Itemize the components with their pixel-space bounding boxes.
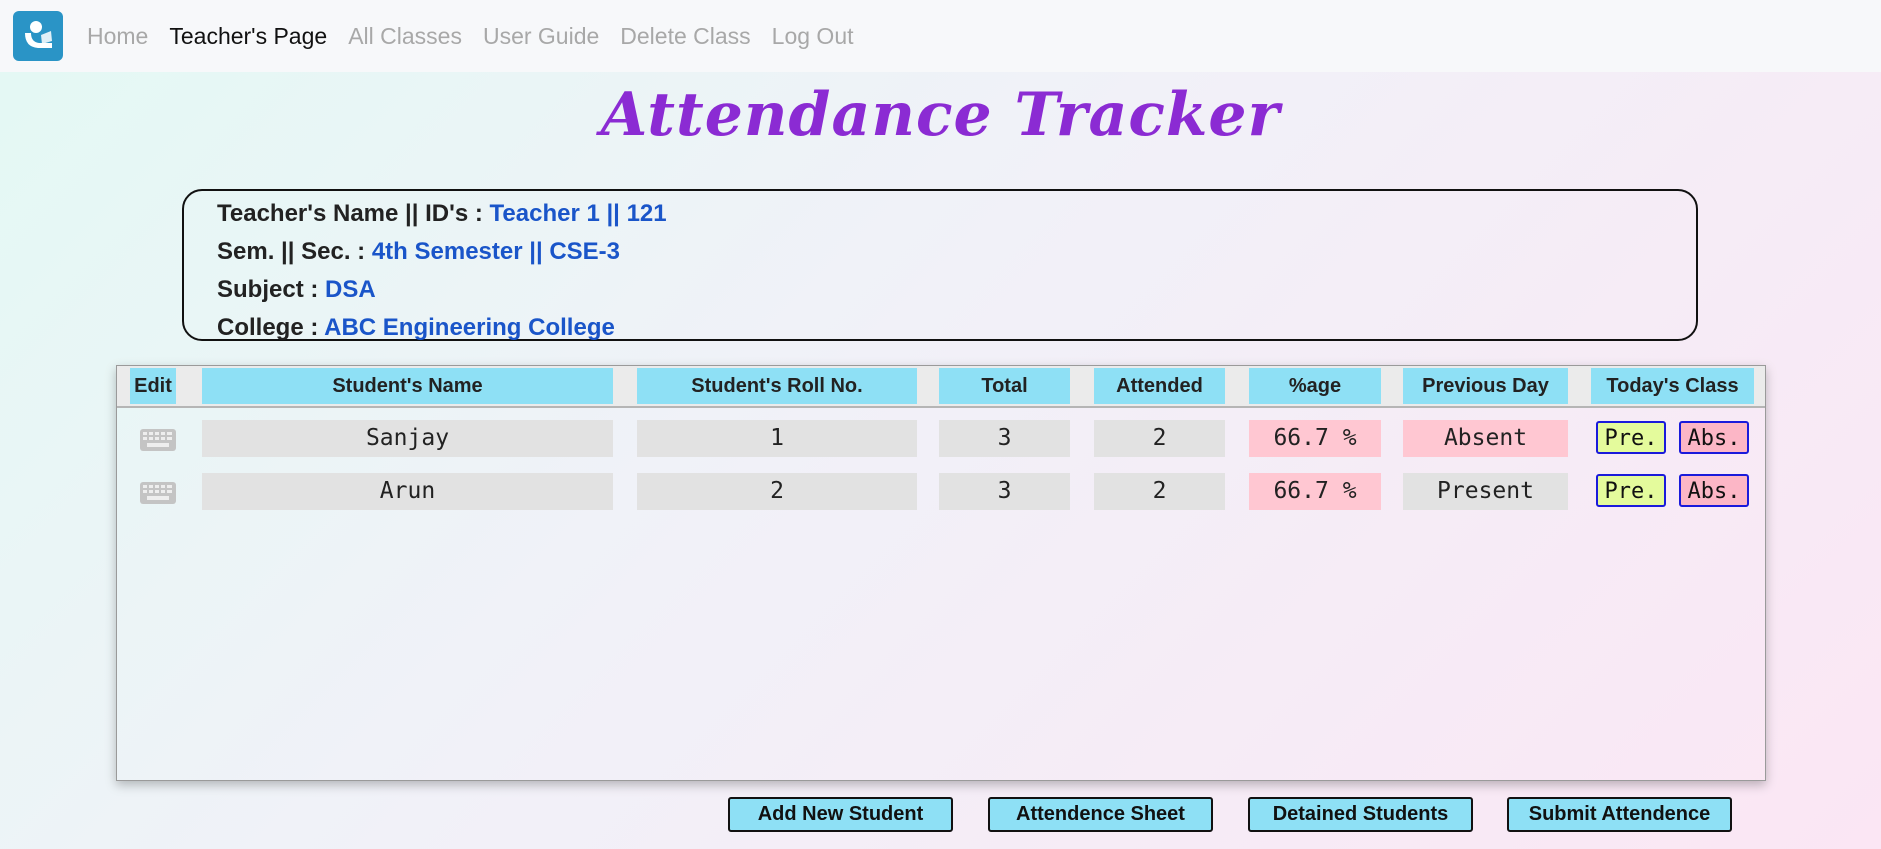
add-new-student-button[interactable]: Add New Student [728,797,953,832]
mark-present-button[interactable]: Pre. [1596,421,1666,454]
total-cell: 3 [939,473,1070,510]
student-name-cell: Sanjay [202,420,613,457]
roll-no-cell: 1 [637,420,917,457]
keyboard-icon[interactable] [139,481,177,505]
semester-info-row: Sem. || Sec. : 4th Semester || CSE-3 [217,233,1696,271]
college-value: ABC Engineering College [324,314,615,341]
attended-cell: 2 [1094,473,1225,510]
attendance-sheet-button[interactable]: Attendence Sheet [988,797,1213,832]
attendance-table[interactable]: Edit Student's Name Student's Roll No. T… [116,365,1766,781]
header-attended: Attended [1094,368,1225,404]
header-total: Total [939,368,1070,404]
college-label: College : [217,314,325,341]
semester-label: Sem. || Sec. : [217,238,372,265]
roll-no-cell: 2 [637,473,917,510]
keyboard-icon[interactable] [139,428,177,452]
class-info-box: Teacher's Name || ID's : Teacher 1 || 12… [182,189,1698,341]
mark-absent-button[interactable]: Abs. [1679,421,1749,454]
nav-teachers-page[interactable]: Teacher's Page [169,23,327,50]
mark-absent-button[interactable]: Abs. [1679,474,1749,507]
table-header: Edit Student's Name Student's Roll No. T… [117,366,1765,408]
app-logo[interactable] [13,11,63,61]
teacher-info-row: Teacher's Name || ID's : Teacher 1 || 12… [217,195,1696,233]
header-edit: Edit [130,368,176,404]
percentage-cell: 66.7 % [1249,420,1381,457]
header-previous-day: Previous Day [1403,368,1568,404]
person-reading-logo-icon [25,21,52,48]
nav-log-out[interactable]: Log Out [772,23,854,50]
header-student-name: Student's Name [202,368,613,404]
header-todays-class: Today's Class [1591,368,1754,404]
header-roll-no: Student's Roll No. [637,368,917,404]
semester-value: 4th Semester || CSE-3 [371,238,621,265]
nav-user-guide[interactable]: User Guide [483,23,599,50]
submit-attendance-button[interactable]: Submit Attendence [1507,797,1732,832]
total-cell: 3 [939,420,1070,457]
college-info-row: College : ABC Engineering College [217,309,1696,347]
percentage-cell: 66.7 % [1249,473,1381,510]
subject-label: Subject : [217,276,326,303]
subject-value: DSA [325,276,376,303]
subject-info-row: Subject : DSA [217,271,1696,309]
header-percentage: %age [1249,368,1381,404]
nav-home[interactable]: Home [87,23,148,50]
attended-cell: 2 [1094,420,1225,457]
detained-students-button[interactable]: Detained Students [1248,797,1473,832]
previous-day-cell: Absent [1403,420,1568,457]
nav-all-classes[interactable]: All Classes [348,23,462,50]
student-name-cell: Arun [202,473,613,510]
teacher-value: Teacher 1 || 121 [489,200,667,227]
nav-delete-class[interactable]: Delete Class [620,23,750,50]
previous-day-cell: Present [1403,473,1568,510]
navbar: Home Teacher's Page All Classes User Gui… [0,0,1881,72]
mark-present-button[interactable]: Pre. [1596,474,1666,507]
page-title: Attendance Tracker [600,80,1281,150]
teacher-label: Teacher's Name || ID's : [217,200,490,227]
